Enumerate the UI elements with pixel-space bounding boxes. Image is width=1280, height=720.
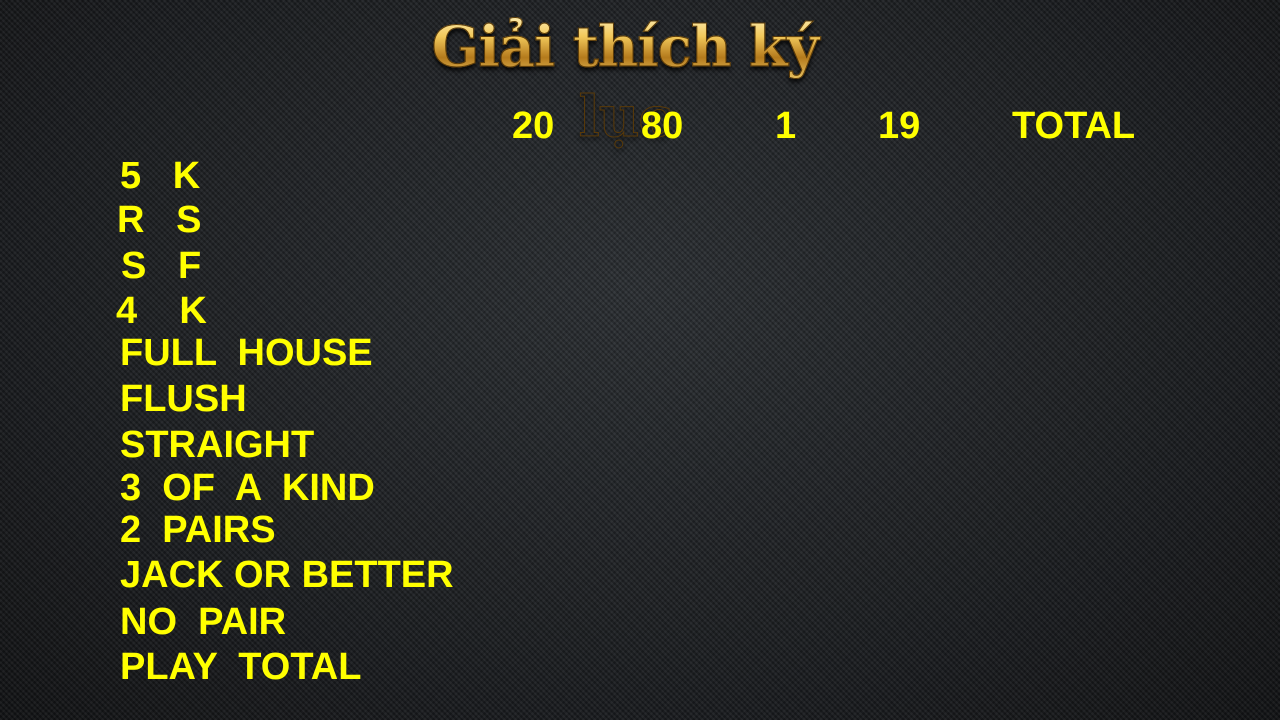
row-label-two-pairs: 2 PAIRS bbox=[120, 509, 276, 551]
row-label-flush: FLUSH bbox=[120, 378, 247, 420]
row-label-jack-or-better: JACK OR BETTER bbox=[120, 554, 454, 596]
row-label-no-pair: NO PAIR bbox=[120, 601, 287, 643]
page-title: Giải thích ký lục bbox=[390, 12, 860, 151]
row-label-royal-straight: R S bbox=[117, 199, 202, 241]
row-label-straight-flush: S F bbox=[121, 245, 202, 287]
column-header-total: TOTAL bbox=[1012, 105, 1136, 147]
row-label-straight: STRAIGHT bbox=[120, 424, 315, 466]
column-header-80: 80 bbox=[641, 105, 684, 147]
row-label-full-house: FULL HOUSE bbox=[120, 332, 373, 374]
column-header-20: 20 bbox=[512, 105, 555, 147]
row-label-four-of-a-kind: 4 K bbox=[116, 290, 207, 332]
column-header-1: 1 bbox=[775, 105, 797, 147]
row-label-three-of-a-kind: 3 OF A KIND bbox=[120, 467, 375, 509]
row-label-five-of-a-kind: 5 K bbox=[120, 155, 201, 197]
row-label-play-total: PLAY TOTAL bbox=[120, 646, 362, 688]
column-header-19: 19 bbox=[878, 105, 921, 147]
